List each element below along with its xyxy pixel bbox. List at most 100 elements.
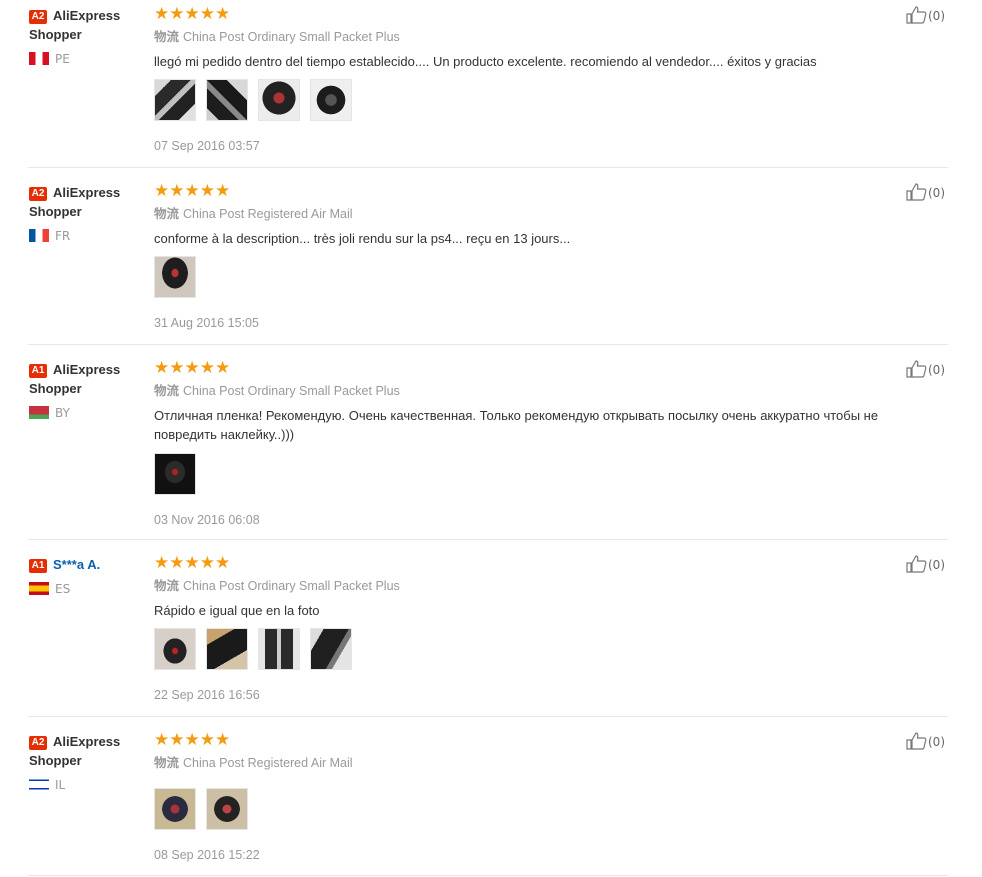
reviewer-info: A1 S***a A. ES — [29, 555, 144, 596]
review-photo[interactable] — [154, 79, 196, 121]
flag-fr-icon — [29, 229, 49, 242]
country: FR — [29, 228, 70, 244]
reviewer-info: A1 AliExpress Shopper BY — [29, 360, 144, 420]
review-date: 03 Nov 2016 06:08 — [154, 513, 260, 527]
flag-es-icon — [29, 582, 49, 595]
buyer-level-badge: A2 — [29, 10, 47, 24]
review-photo[interactable] — [154, 788, 196, 830]
flag-pe-icon — [29, 52, 49, 65]
like-button[interactable]: (0) — [906, 6, 945, 24]
like-count: (0) — [928, 363, 945, 377]
star-rating: ★★★★★ — [154, 730, 231, 750]
review-date: 22 Sep 2016 16:56 — [154, 688, 260, 702]
like-button[interactable]: (0) — [906, 555, 945, 573]
review-photo[interactable] — [154, 453, 196, 495]
review-date: 07 Sep 2016 03:57 — [154, 139, 260, 153]
country-code: ES — [55, 582, 71, 596]
photo-list — [154, 453, 914, 497]
review-text: Rápido e igual que en la foto — [154, 603, 320, 618]
star-rating: ★★★★★ — [154, 358, 231, 378]
review-body: ★★★★★ 物流 China Post Registered Air Mail 0… — [154, 732, 914, 863]
reviewer-name: AliExpress — [53, 8, 121, 23]
shipping-name: China Post Registered Air Mail — [183, 756, 353, 770]
like-count: (0) — [928, 186, 945, 200]
shipping-method: 物流 China Post Ordinary Small Packet Plus — [154, 578, 914, 594]
review-photo[interactable] — [206, 628, 249, 670]
photo-list — [154, 628, 914, 672]
like-count: (0) — [928, 9, 945, 23]
shipping-method: 物流 China Post Ordinary Small Packet Plus — [154, 383, 914, 399]
review-photo[interactable] — [206, 79, 249, 121]
reviewer-name-line2: Shopper — [29, 753, 82, 768]
flag-il-icon — [29, 778, 49, 791]
shipping-name: China Post Ordinary Small Packet Plus — [183, 579, 400, 593]
thumbs-up-icon — [906, 183, 927, 201]
like-count: (0) — [928, 735, 945, 749]
review-body: ★★★★★ 物流 China Post Ordinary Small Packet… — [154, 6, 914, 154]
buyer-level-badge: A1 — [29, 559, 47, 573]
review-text: conforme à la description... très joli r… — [154, 231, 571, 246]
country-code: BY — [55, 406, 70, 420]
like-button[interactable]: (0) — [906, 360, 945, 378]
review-date: 31 Aug 2016 15:05 — [154, 316, 259, 330]
country: IL — [29, 777, 65, 793]
shipping-name: China Post Registered Air Mail — [183, 207, 353, 221]
review-photo[interactable] — [206, 788, 249, 830]
reviewer-info: A2 AliExpress Shopper PE — [29, 6, 144, 66]
review-divider — [28, 167, 948, 168]
country: BY — [29, 405, 70, 421]
photo-list — [154, 788, 914, 832]
shipping-method: 物流 China Post Registered Air Mail — [154, 755, 914, 771]
review-text: llegó mi pedido dentro del tiempo establ… — [154, 54, 817, 69]
like-count: (0) — [928, 558, 945, 572]
reviewer-name-link[interactable]: S***a A. — [53, 557, 100, 572]
like-button[interactable]: (0) — [906, 183, 945, 201]
country-code: FR — [55, 229, 71, 243]
review-photo[interactable] — [154, 256, 196, 298]
review-photo[interactable] — [310, 79, 353, 121]
reviewer-name-line2: Shopper — [29, 204, 82, 219]
reviewer-name: AliExpress — [53, 185, 121, 200]
shipping-name: China Post Ordinary Small Packet Plus — [183, 30, 400, 44]
thumbs-up-icon — [906, 732, 927, 750]
reviewer-name: AliExpress — [53, 734, 121, 749]
review-divider — [28, 716, 948, 717]
star-rating: ★★★★★ — [154, 181, 231, 201]
review-date: 08 Sep 2016 15:22 — [154, 848, 260, 862]
thumbs-up-icon — [906, 6, 927, 24]
thumbs-up-icon — [906, 555, 927, 573]
reviewer-name: AliExpress — [53, 362, 121, 377]
logistics-label: 物流 — [154, 30, 180, 44]
photo-list — [154, 256, 914, 300]
shipping-method: 物流 China Post Registered Air Mail — [154, 206, 914, 222]
thumbs-up-icon — [906, 360, 927, 378]
logistics-label: 物流 — [154, 756, 180, 770]
buyer-level-badge: A2 — [29, 187, 47, 201]
country-code: PE — [55, 52, 70, 66]
shipping-method: 物流 China Post Ordinary Small Packet Plus — [154, 29, 914, 45]
reviewer-info: A2 AliExpress Shopper IL — [29, 732, 144, 792]
country: PE — [29, 51, 70, 67]
star-rating: ★★★★★ — [154, 553, 231, 573]
logistics-label: 物流 — [154, 579, 180, 593]
logistics-label: 物流 — [154, 207, 180, 221]
star-rating: ★★★★★ — [154, 4, 231, 24]
like-button[interactable]: (0) — [906, 732, 945, 750]
country-code: IL — [55, 778, 66, 792]
review-divider — [28, 539, 948, 540]
logistics-label: 物流 — [154, 384, 180, 398]
review-body: ★★★★★ 物流 China Post Ordinary Small Packet… — [154, 360, 914, 528]
review-photo[interactable] — [310, 628, 353, 670]
buyer-level-badge: A2 — [29, 736, 47, 750]
review-body: ★★★★★ 物流 China Post Ordinary Small Packet… — [154, 555, 914, 703]
review-photo[interactable] — [258, 79, 301, 121]
reviewer-info: A2 AliExpress Shopper FR — [29, 183, 144, 243]
shipping-name: China Post Ordinary Small Packet Plus — [183, 384, 400, 398]
review-photo[interactable] — [258, 628, 301, 670]
review-photo[interactable] — [154, 628, 196, 670]
review-text: Отличная пленка! Рекомендую. Очень качес… — [154, 408, 879, 442]
buyer-level-badge: A1 — [29, 364, 47, 378]
review-body: ★★★★★ 物流 China Post Registered Air Mail c… — [154, 183, 914, 331]
flag-by-icon — [29, 406, 49, 419]
reviewer-name-line2: Shopper — [29, 381, 82, 396]
